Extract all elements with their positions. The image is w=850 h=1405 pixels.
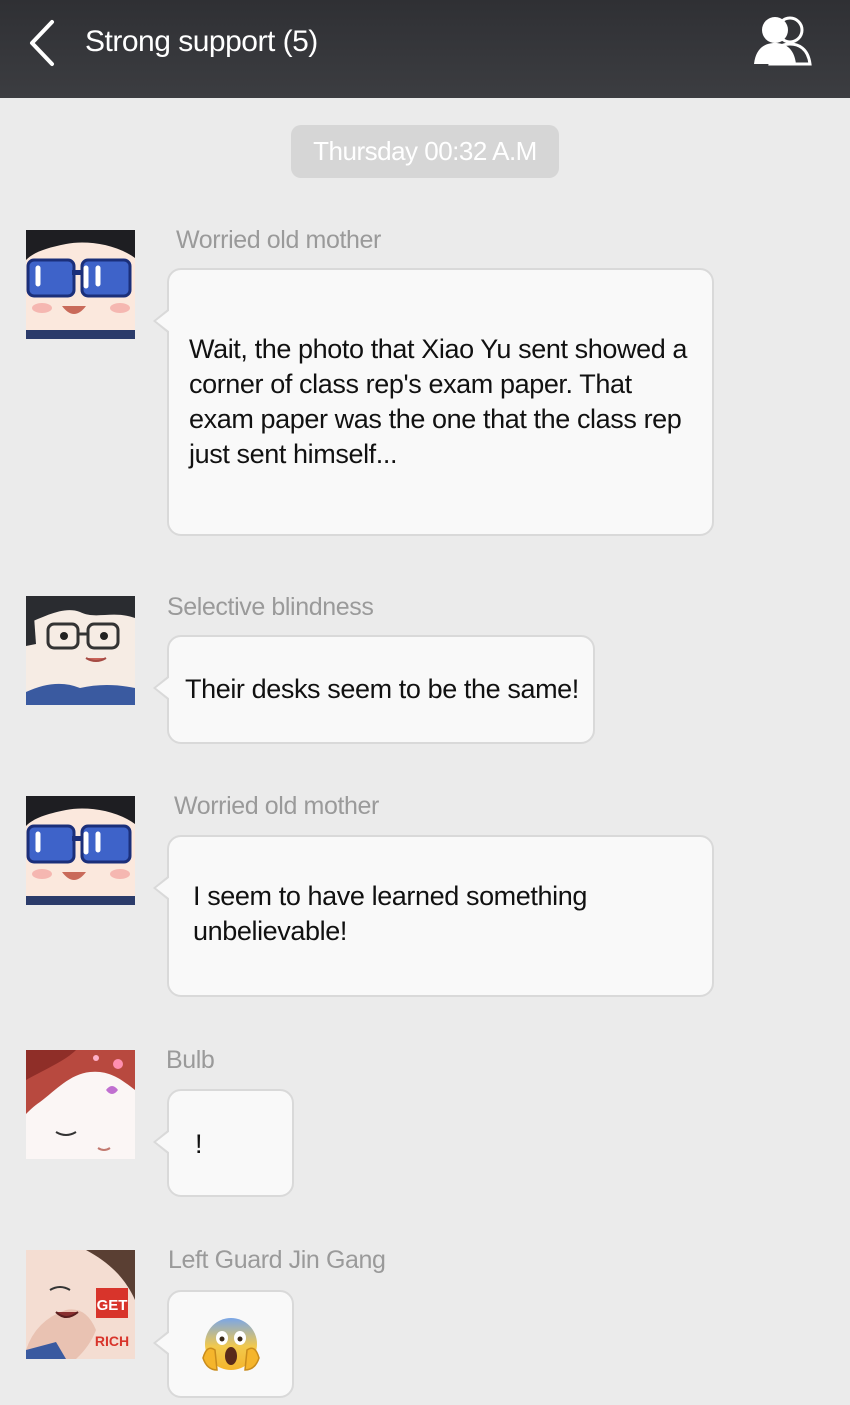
sender-name: Worried old mother [174, 792, 379, 820]
message-text: I seem to have learned something unbelie… [193, 881, 587, 946]
message-bubble[interactable] [153, 1290, 294, 1398]
back-button[interactable] [24, 18, 68, 68]
message-text: ! [195, 1129, 203, 1159]
message-bubble[interactable]: ! [153, 1089, 294, 1197]
red-hair-avatar[interactable] [26, 1050, 135, 1159]
glasses-boy-avatar[interactable] [26, 596, 135, 705]
sender-name: Selective blindness [167, 593, 374, 621]
group-members-icon [754, 16, 812, 66]
timestamp-pill: Thursday 00:32 A.M [291, 125, 559, 178]
chat-header: Strong support (5) [0, 0, 850, 98]
sender-name: Bulb [166, 1046, 215, 1074]
message-bubble[interactable]: Their desks seem to be the same! [153, 635, 595, 744]
message-text: Their desks seem to be the same! [185, 674, 579, 704]
chevron-left-icon [30, 20, 54, 66]
message-text: Wait, the photo that Xiao Yu sent showed… [189, 334, 688, 469]
sunglasses-avatar[interactable] [26, 230, 135, 339]
chat-title: Strong support (5) [85, 25, 318, 58]
avatar-text: GET [97, 1297, 128, 1314]
message-bubble[interactable]: I seem to have learned something unbelie… [153, 835, 714, 997]
sender-name: Left Guard Jin Gang [168, 1246, 386, 1274]
message-bubble[interactable]: Wait, the photo that Xiao Yu sent showed… [153, 268, 714, 536]
screaming-face-emoji [202, 1318, 260, 1371]
get-rich-avatar[interactable]: GET RICH [26, 1250, 135, 1359]
sunglasses-avatar[interactable] [26, 796, 135, 905]
group-members-button[interactable] [748, 12, 818, 72]
sender-name: Worried old mother [176, 226, 381, 254]
avatar-text: RICH [95, 1333, 129, 1349]
